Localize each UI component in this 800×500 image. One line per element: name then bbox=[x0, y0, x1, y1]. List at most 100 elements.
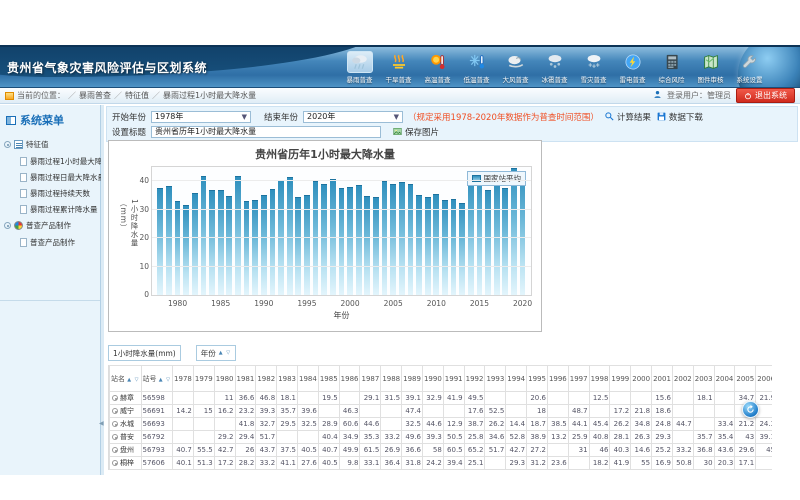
station-name-cell[interactable]: 威宁 bbox=[110, 405, 142, 418]
row-radio-button[interactable] bbox=[112, 434, 118, 440]
value-cell: 38.5 bbox=[547, 418, 568, 431]
value-cell: 52.8 bbox=[506, 431, 527, 444]
tree-expand-icon[interactable] bbox=[4, 141, 11, 148]
year-column-header[interactable]: 1978 bbox=[173, 366, 194, 392]
year-column-header[interactable]: 1999 bbox=[610, 366, 631, 392]
year-sort-header[interactable]: 年份 ▲ ▽ bbox=[196, 345, 236, 361]
year-column-header[interactable]: 1981 bbox=[235, 366, 256, 392]
breadcrumb-item[interactable]: 暴雨过程1小时最大降水量 bbox=[163, 91, 256, 100]
value-cell: 38.7 bbox=[464, 418, 485, 431]
year-column-header[interactable]: 1991 bbox=[443, 366, 464, 392]
year-column-header[interactable]: 1985 bbox=[318, 366, 339, 392]
chart-title-input[interactable] bbox=[151, 126, 381, 138]
floating-refresh-icon[interactable] bbox=[742, 401, 759, 418]
value-cell bbox=[506, 405, 527, 418]
nav-lightning[interactable]: 雷电普查 bbox=[613, 51, 652, 84]
year-column-header[interactable]: 1988 bbox=[381, 366, 402, 392]
year-column-header[interactable]: 2001 bbox=[652, 366, 673, 392]
nav-drought[interactable]: 干旱普查 bbox=[379, 51, 418, 84]
station-name-cell[interactable]: 桐梓 bbox=[110, 457, 142, 470]
save-image-button[interactable]: 保存图片 bbox=[392, 126, 439, 138]
breadcrumb-item[interactable]: 特征值 bbox=[125, 91, 149, 100]
station-name-cell[interactable]: 盘州 bbox=[110, 444, 142, 457]
value-cell: 18 bbox=[527, 405, 548, 418]
value-cell: 31 bbox=[568, 444, 589, 457]
year-column-header[interactable]: 2006 bbox=[756, 366, 772, 392]
value-cell: 14.2 bbox=[173, 405, 194, 418]
row-radio-button[interactable] bbox=[112, 395, 118, 401]
row-radio-button[interactable] bbox=[112, 408, 118, 414]
nav-rainstorm[interactable]: 暴雨普查 bbox=[340, 51, 379, 84]
row-radio-button[interactable] bbox=[112, 421, 118, 427]
year-column-header[interactable]: 2005 bbox=[735, 366, 756, 392]
year-column-header[interactable]: 1987 bbox=[360, 366, 381, 392]
year-column-header[interactable]: 1984 bbox=[298, 366, 319, 392]
year-column-header[interactable]: 1997 bbox=[568, 366, 589, 392]
tree-item[interactable]: 暴雨过程日最大降水量 bbox=[4, 169, 100, 185]
year-column-header[interactable]: 1986 bbox=[339, 366, 360, 392]
value-cell: 9.8 bbox=[339, 457, 360, 470]
row-radio-button[interactable] bbox=[112, 460, 118, 466]
year-column-header[interactable]: 2002 bbox=[672, 366, 693, 392]
nav-low-temp[interactable]: 低温普查 bbox=[457, 51, 496, 84]
calculate-button[interactable]: 计算结果 bbox=[604, 111, 651, 123]
year-column-header[interactable]: 1983 bbox=[277, 366, 298, 392]
year-column-header[interactable]: 2003 bbox=[693, 366, 714, 392]
nav-composite-risk[interactable]: 综合风险 bbox=[652, 51, 691, 84]
row-radio-button[interactable] bbox=[112, 447, 118, 453]
tree-item[interactable]: 暴雨过程累计降水量 bbox=[4, 201, 100, 217]
tree-group-特征值[interactable]: 特征值 bbox=[4, 136, 100, 153]
nav-settings[interactable]: 系统设置 bbox=[730, 51, 769, 84]
nav-map-review[interactable]: 图件审核 bbox=[691, 51, 730, 84]
year-column-header[interactable]: 1995 bbox=[527, 366, 548, 392]
value-cell bbox=[173, 418, 194, 431]
nav-hail[interactable]: 冰雹普查 bbox=[535, 51, 574, 84]
station-id-header[interactable]: 站号 ▲ ▽ bbox=[141, 366, 173, 392]
tree-group-普查产品制作[interactable]: 普查产品制作 bbox=[4, 217, 100, 234]
year-column-header[interactable]: 1979 bbox=[193, 366, 214, 392]
station-name-cell[interactable]: 赫章 bbox=[110, 392, 142, 405]
sort-icons[interactable]: ▲ ▽ bbox=[159, 377, 171, 383]
collapse-arrow-icon[interactable]: ◀ bbox=[99, 420, 104, 427]
value-cell: 65.2 bbox=[464, 444, 485, 457]
logout-button[interactable]: 退出系统 bbox=[736, 88, 795, 103]
sort-icons[interactable]: ▲ ▽ bbox=[127, 377, 139, 383]
station-name-cell[interactable]: 普安 bbox=[110, 431, 142, 444]
sort-icons[interactable]: ▲ ▽ bbox=[219, 350, 231, 356]
tree-expand-icon[interactable] bbox=[4, 222, 11, 229]
start-year-select[interactable]: 1978年▼ bbox=[151, 111, 251, 123]
value-cell: 45.4 bbox=[589, 418, 610, 431]
year-column-header[interactable]: 1989 bbox=[402, 366, 423, 392]
value-cell: 28.1 bbox=[610, 431, 631, 444]
year-column-header[interactable]: 1982 bbox=[256, 366, 277, 392]
year-column-header[interactable]: 1994 bbox=[506, 366, 527, 392]
tree-item[interactable]: 暴雨过程持续天数 bbox=[4, 185, 100, 201]
value-cell bbox=[568, 392, 589, 405]
nav-high-temp[interactable]: 高温普查 bbox=[418, 51, 457, 84]
value-cell bbox=[506, 392, 527, 405]
nav-wind[interactable]: 大风普查 bbox=[496, 51, 535, 84]
table-scroll-region[interactable]: 站名 ▲ ▽站号 ▲ ▽1978197919801981198219831984… bbox=[108, 365, 772, 470]
tree-item[interactable]: 暴雨过程1小时最大降水量 bbox=[4, 153, 100, 169]
year-column-header[interactable]: 1998 bbox=[589, 366, 610, 392]
breadcrumb-item[interactable]: 暴雨普查 bbox=[79, 91, 111, 100]
year-column-header[interactable]: 1990 bbox=[422, 366, 443, 392]
year-column-header[interactable]: 1993 bbox=[485, 366, 506, 392]
year-column-header[interactable]: 1980 bbox=[214, 366, 235, 392]
end-year-select[interactable]: 2020年▼ bbox=[303, 111, 403, 123]
year-column-header[interactable]: 2004 bbox=[714, 366, 735, 392]
year-column-header[interactable]: 1992 bbox=[464, 366, 485, 392]
bar-slot: 2005 bbox=[389, 167, 398, 295]
tree-item[interactable]: 普查产品制作 bbox=[4, 234, 100, 250]
tree-item-label: 普查产品制作 bbox=[30, 237, 75, 248]
station-name-header[interactable]: 站名 ▲ ▽ bbox=[110, 366, 142, 392]
download-button[interactable]: 数据下载 bbox=[656, 111, 703, 123]
station-name-cell[interactable]: 水城 bbox=[110, 418, 142, 431]
value-cell: 26.3 bbox=[631, 431, 652, 444]
nav-item-label: 高温普查 bbox=[425, 74, 451, 84]
nav-snow[interactable]: 雪灾普查 bbox=[574, 51, 613, 84]
table-row: 普安5679229.229.451.740.434.935.333.249.63… bbox=[110, 431, 773, 444]
year-column-header[interactable]: 2000 bbox=[631, 366, 652, 392]
year-column-header[interactable]: 1996 bbox=[547, 366, 568, 392]
app-title: 贵州省气象灾害风险评估与区划系统 bbox=[7, 59, 207, 76]
